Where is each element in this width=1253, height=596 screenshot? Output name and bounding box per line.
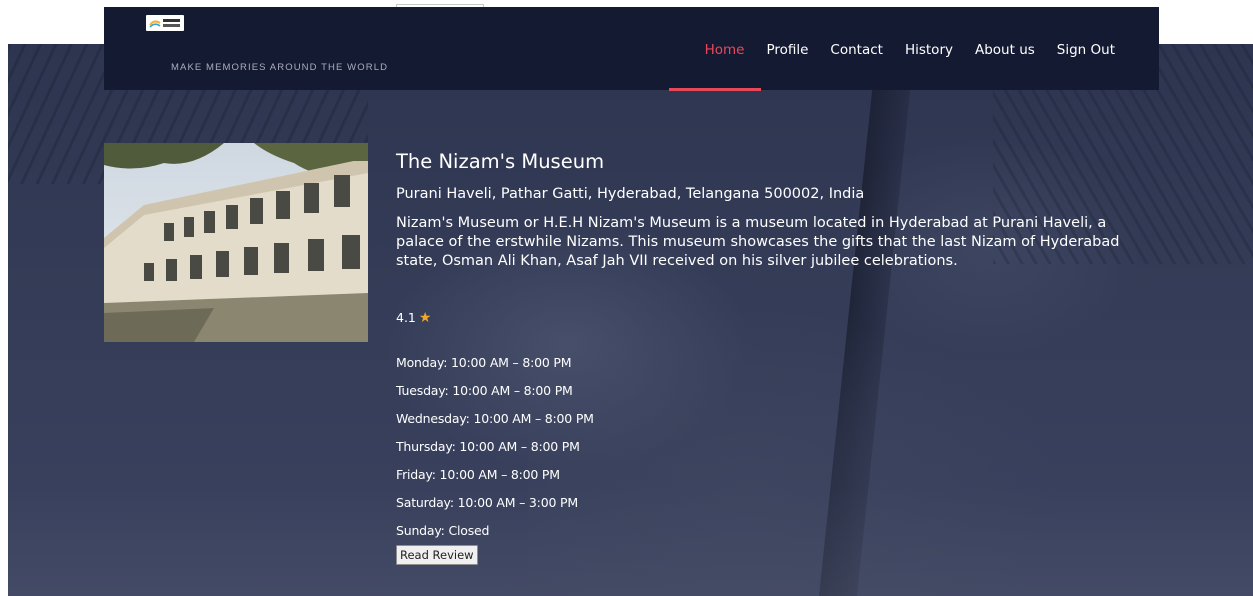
star-icon: ★ xyxy=(418,310,432,326)
nav-contact[interactable]: Contact xyxy=(819,41,894,59)
hours-tuesday: Tuesday: 10:00 AM – 8:00 PM xyxy=(396,383,573,398)
museum-photo xyxy=(104,143,368,342)
nav-profile[interactable]: Profile xyxy=(755,41,819,59)
hours-friday: Friday: 10:00 AM – 8:00 PM xyxy=(396,467,560,482)
beach-ground xyxy=(8,486,1253,596)
main-nav: Home Profile Contact History About us Si… xyxy=(694,41,1126,59)
rating-value: 4.1 xyxy=(396,310,416,325)
place-title: The Nizam's Museum xyxy=(396,150,605,173)
tagline: MAKE MEMORIES AROUND THE WORLD xyxy=(171,62,389,73)
hours-sunday: Sunday: Closed xyxy=(396,523,490,538)
hours-wednesday: Wednesday: 10:00 AM – 8:00 PM xyxy=(396,411,594,426)
nav-home[interactable]: Home xyxy=(694,41,756,59)
travel-explorer-logo[interactable] xyxy=(146,15,184,31)
hours-saturday: Saturday: 10:00 AM – 3:00 PM xyxy=(396,495,578,510)
place-description: Nizam's Museum or H.E.H Nizam's Museum i… xyxy=(396,215,1120,269)
read-review-button[interactable]: Read Review xyxy=(396,545,478,565)
top-navbar: MAKE MEMORIES AROUND THE WORLD Home Prof… xyxy=(104,7,1159,90)
active-nav-underline xyxy=(669,88,761,91)
opening-hours: Monday: 10:00 AM – 8:00 PM Tuesday: 10:0… xyxy=(396,349,594,545)
nav-sign-out[interactable]: Sign Out xyxy=(1046,41,1126,59)
place-rating: 4.1 ★ xyxy=(396,310,431,326)
hours-monday: Monday: 10:00 AM – 8:00 PM xyxy=(396,355,572,370)
nav-history[interactable]: History xyxy=(894,41,964,59)
hours-thursday: Thursday: 10:00 AM – 8:00 PM xyxy=(396,439,580,454)
nav-about-us[interactable]: About us xyxy=(964,41,1046,59)
place-address: Purani Haveli, Pathar Gatti, Hyderabad, … xyxy=(396,186,865,202)
